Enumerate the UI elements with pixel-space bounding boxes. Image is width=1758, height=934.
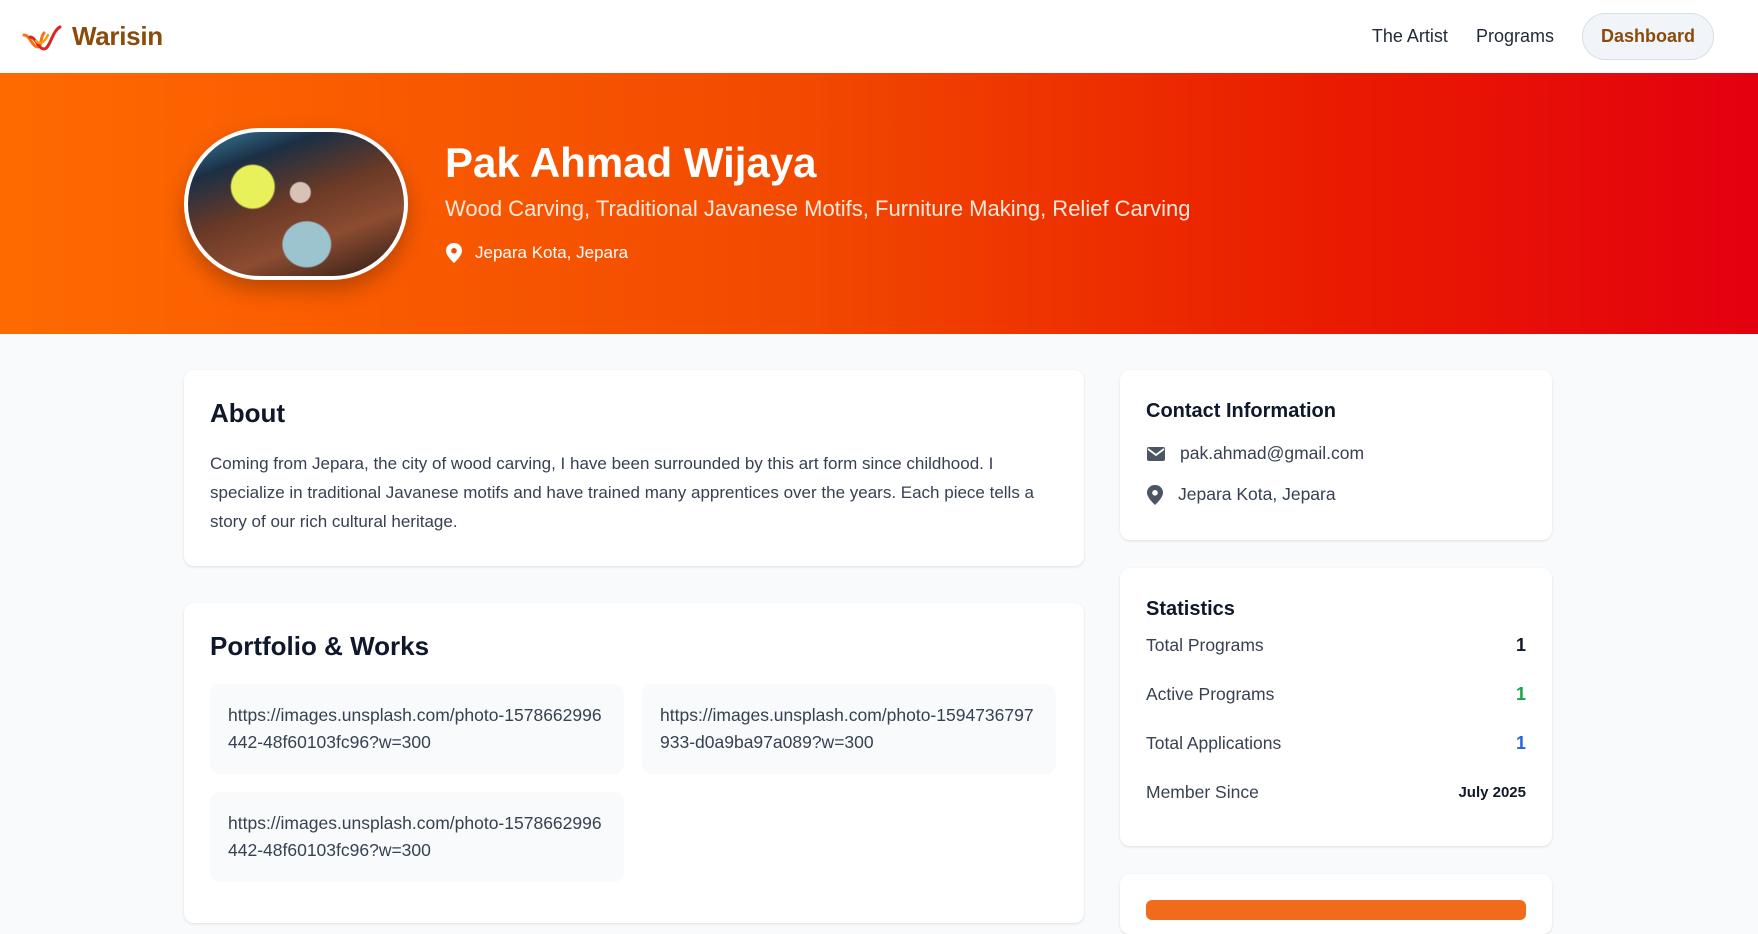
stat-value: 1 <box>1515 733 1526 753</box>
nav-links: The Artist Programs Dashboard <box>1372 13 1714 60</box>
about-title: About <box>210 398 286 428</box>
portfolio-title: Portfolio & Works <box>210 631 430 661</box>
statistics-title: Statistics <box>1146 598 1235 620</box>
top-navbar: Warisin The Artist Programs Dashboard <box>0 0 1758 73</box>
contact-card: Contact Information pak.ahmad@gmail.com … <box>1120 370 1552 540</box>
portfolio-item[interactable]: https://images.unsplash.com/photo-159473… <box>642 684 1056 774</box>
warisin-logo-icon <box>22 25 62 51</box>
stat-row-active-programs: Active Programs 1 <box>1146 670 1526 719</box>
contact-title: Contact Information <box>1146 400 1336 422</box>
stat-value: July 2025 <box>1458 784 1526 801</box>
artist-name: Pak Ahmad Wijaya <box>445 139 817 186</box>
map-pin-icon <box>1147 484 1163 505</box>
artist-skills: Wood Carving, Traditional Javanese Motif… <box>445 196 1191 221</box>
portfolio-item[interactable]: https://images.unsplash.com/photo-157866… <box>210 684 624 774</box>
statistics-card: Statistics Total Programs 1 Active Progr… <box>1120 568 1552 846</box>
about-card: About Coming from Jepara, the city of wo… <box>184 370 1084 566</box>
contact-location: Jepara Kota, Jepara <box>1178 484 1336 504</box>
stat-row-total-programs: Total Programs 1 <box>1146 621 1526 670</box>
contact-email-row[interactable]: pak.ahmad@gmail.com <box>1146 443 1526 464</box>
dashboard-button[interactable]: Dashboard <box>1581 13 1714 60</box>
brand[interactable]: Warisin <box>22 21 163 52</box>
stat-label: Total Programs <box>1146 635 1264 655</box>
action-button[interactable] <box>1146 900 1526 920</box>
portfolio-grid: https://images.unsplash.com/photo-157866… <box>210 684 1058 882</box>
hero-location-text: Jepara Kota, Jepara <box>475 243 629 262</box>
profile-hero: Pak Ahmad Wijaya Wood Carving, Tradition… <box>0 73 1758 334</box>
map-pin-icon <box>446 243 462 263</box>
stat-value: 1 <box>1515 684 1526 704</box>
nav-link-the-artist[interactable]: The Artist <box>1372 26 1448 47</box>
avatar <box>184 128 408 280</box>
mail-icon <box>1147 446 1165 461</box>
contact-email: pak.ahmad@gmail.com <box>1180 443 1365 463</box>
stat-row-member-since: Member Since July 2025 <box>1146 768 1526 817</box>
brand-name: Warisin <box>72 21 163 51</box>
action-card <box>1120 874 1552 934</box>
stat-label: Member Since <box>1146 782 1259 802</box>
nav-link-programs[interactable]: Programs <box>1476 26 1554 47</box>
about-text: Coming from Jepara, the city of wood car… <box>210 454 1035 531</box>
stat-row-total-applications: Total Applications 1 <box>1146 719 1526 768</box>
hero-location: Jepara Kota, Jepara <box>445 243 628 263</box>
portfolio-item[interactable]: https://images.unsplash.com/photo-157866… <box>210 792 624 882</box>
contact-location-row: Jepara Kota, Jepara <box>1146 484 1526 505</box>
stat-label: Total Applications <box>1146 733 1282 753</box>
stat-label: Active Programs <box>1146 684 1275 704</box>
portfolio-card: Portfolio & Works https://images.unsplas… <box>184 603 1084 923</box>
stat-value: 1 <box>1515 635 1526 655</box>
